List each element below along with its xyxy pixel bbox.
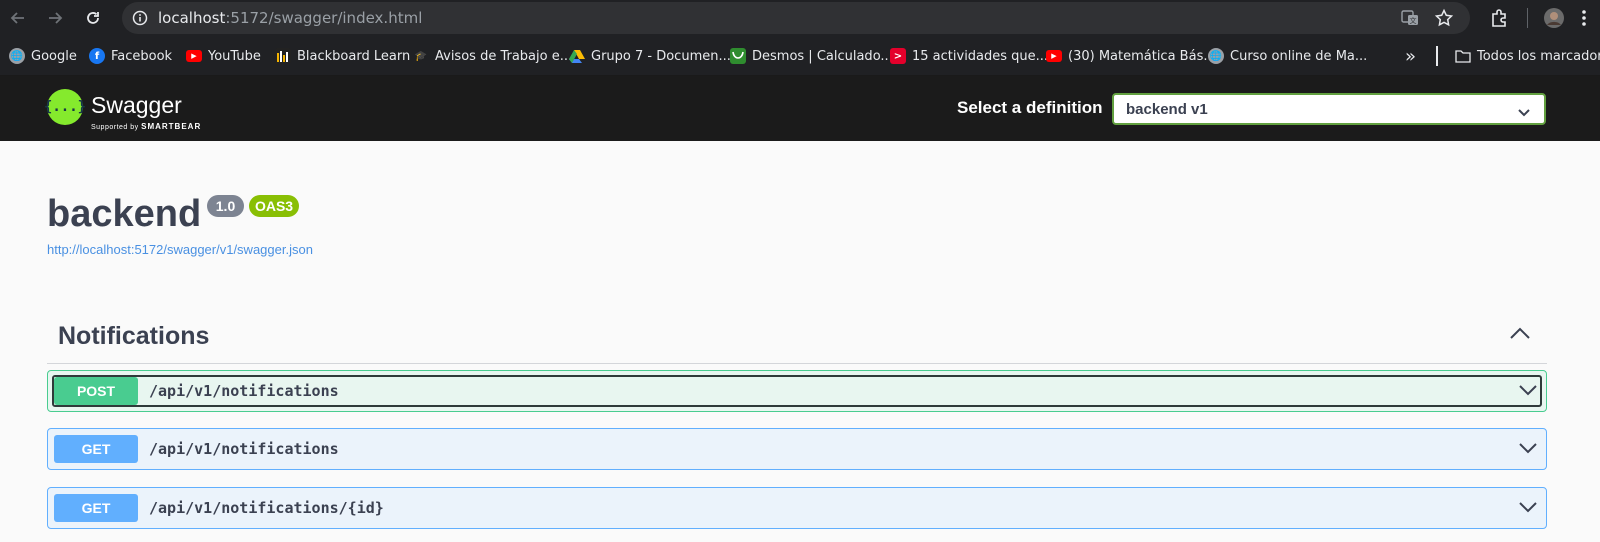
bookmark-google[interactable]: 🌐 Google	[9, 46, 77, 66]
translate-icon[interactable]: 文	[1400, 8, 1420, 33]
oas-badge: OAS3	[249, 195, 299, 217]
bookmark-curso-online[interactable]: 🌐 Curso online de Ma...	[1208, 46, 1367, 66]
star-icon[interactable]	[1434, 8, 1454, 33]
operation-post-notifications[interactable]: POST /api/v1/notifications	[47, 370, 1547, 412]
chevron-up-icon[interactable]	[1509, 326, 1531, 345]
reload-button[interactable]	[80, 5, 106, 31]
operation-get-notifications[interactable]: GET /api/v1/notifications	[47, 428, 1547, 470]
definition-select[interactable]: backend v1	[1112, 93, 1546, 125]
youtube-icon: ▶	[186, 50, 202, 62]
bookmarks-overflow-button[interactable]: »	[1405, 46, 1416, 67]
method-badge: GET	[54, 494, 138, 522]
method-badge: POST	[54, 377, 138, 405]
bookmarks-divider	[1436, 46, 1438, 66]
api-title: backend	[47, 193, 202, 235]
tag-title: Notifications	[58, 322, 210, 350]
arrow-right-icon	[49, 12, 63, 24]
bookmark-youtube[interactable]: ▶ YouTube	[186, 46, 261, 66]
method-badge: GET	[54, 435, 138, 463]
hat-icon: 🎓	[414, 50, 428, 62]
toolbar-divider	[1527, 8, 1528, 28]
swagger-supported-by: Supported by SMARTBEAR	[91, 122, 202, 131]
bookmark-facebook[interactable]: f Facebook	[89, 46, 172, 66]
folder-icon	[1455, 48, 1471, 64]
operation-get-notification-by-id[interactable]: GET /api/v1/notifications/{id}	[47, 487, 1547, 529]
facebook-icon: f	[89, 48, 105, 64]
swagger-logo-icon[interactable]: {...}	[44, 89, 86, 125]
extensions-button[interactable]	[1486, 5, 1512, 31]
chevron-down-icon	[1518, 104, 1530, 121]
bookmark-avisos[interactable]: 🎓 Avisos de Trabajo e...	[413, 46, 572, 66]
chrome-menu-button[interactable]	[1574, 5, 1594, 31]
version-badge: 1.0	[207, 195, 244, 217]
globe-icon: 🌐	[9, 48, 25, 64]
speakerdeck-icon: >	[890, 48, 906, 64]
bookmark-15-actividades[interactable]: >15 actividades que...	[890, 46, 1048, 66]
chevron-down-icon[interactable]	[1518, 383, 1538, 402]
bookmark-grupo7[interactable]: Grupo 7 - Documen...	[569, 46, 731, 66]
reload-icon	[87, 12, 99, 24]
spec-url-link[interactable]: http://localhost:5172/swagger/v1/swagger…	[47, 242, 313, 257]
bookmark-matematica[interactable]: ▶ (30) Matemática Bás...	[1046, 46, 1216, 66]
forward-button[interactable]	[42, 5, 68, 31]
tag-header-notifications[interactable]: Notifications	[47, 316, 1547, 364]
arrow-left-icon	[10, 12, 24, 24]
operation-path: /api/v1/notifications	[149, 382, 339, 400]
youtube-icon: ▶	[1046, 50, 1062, 62]
swagger-logo-text[interactable]: Swagger	[91, 92, 182, 119]
url-text: localhost:5172/swagger/index.html	[158, 9, 423, 27]
kebab-menu-icon	[1582, 10, 1586, 26]
puzzle-icon	[1492, 9, 1506, 27]
avatar-icon	[1544, 8, 1564, 28]
profile-avatar[interactable]	[1541, 5, 1567, 31]
bookmarks-bar: 🌐 Google f Facebook ▶ YouTube Blackboard Le…	[0, 36, 1600, 76]
chevron-down-icon[interactable]	[1518, 441, 1538, 460]
address-bar[interactable]: localhost:5172/swagger/index.html 文	[122, 2, 1470, 34]
globe-icon: 🌐	[1208, 48, 1224, 64]
bookmark-desmos[interactable]: Desmos | Calculado...	[730, 46, 893, 66]
browser-toolbar: localhost:5172/swagger/index.html 文	[0, 0, 1600, 36]
blackboard-icon	[275, 48, 291, 64]
operation-path: /api/v1/notifications	[149, 440, 339, 458]
desmos-icon	[730, 48, 746, 64]
svg-text:文: 文	[1410, 16, 1417, 25]
site-info-icon[interactable]	[130, 8, 150, 28]
swagger-topbar: {...} Swagger Supported by SMARTBEAR Sel…	[0, 76, 1600, 141]
operation-path: /api/v1/notifications/{id}	[149, 499, 384, 517]
chevron-down-icon[interactable]	[1518, 500, 1538, 519]
definition-label: Select a definition	[957, 98, 1103, 117]
all-bookmarks-button[interactable]: Todos los marcadores	[1455, 46, 1600, 66]
drive-icon	[569, 48, 585, 64]
back-button[interactable]	[5, 5, 31, 31]
bookmark-blackboard[interactable]: Blackboard Learn	[275, 46, 410, 66]
